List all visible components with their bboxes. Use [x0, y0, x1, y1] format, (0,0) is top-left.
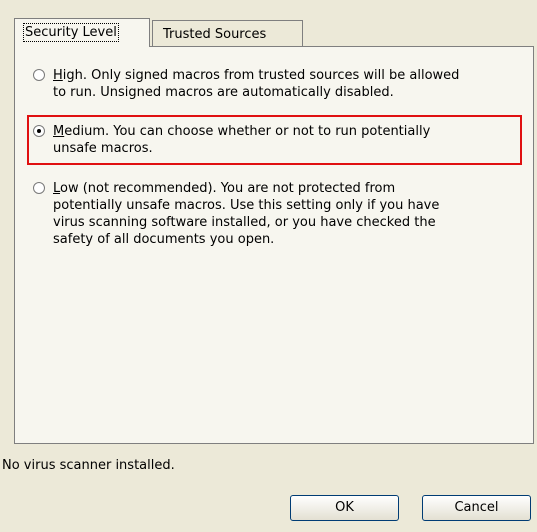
cancel-button[interactable]: Cancel	[422, 495, 531, 521]
option-low-line3: virus scanning software installed, or yo…	[53, 215, 436, 230]
radio-medium[interactable]	[33, 125, 45, 137]
option-low-accesskey: L	[53, 181, 61, 196]
radio-low[interactable]	[33, 182, 45, 194]
option-medium-line1: edium. You can choose whether or not to …	[64, 124, 431, 139]
option-medium-text: Medium. You can choose whether or not to…	[53, 123, 517, 157]
option-high-accesskey: H	[53, 68, 63, 83]
tab-trusted-sources-label: Trusted Sources	[163, 27, 267, 42]
option-low-line1: ow (not recommended). You are not protec…	[60, 181, 396, 196]
virus-scanner-status: No virus scanner installed.	[2, 458, 175, 473]
option-high-text: High. Only signed macros from trusted so…	[53, 67, 517, 101]
ok-button[interactable]: OK	[290, 495, 399, 521]
tab-trusted-sources[interactable]: Trusted Sources	[152, 20, 303, 46]
tab-strip: Security Level Trusted Sources	[14, 18, 534, 47]
option-low-line2: potentially unsafe macros. Use this sett…	[53, 198, 440, 213]
tab-security-level[interactable]: Security Level	[14, 18, 150, 47]
security-level-panel: High. Only signed macros from trusted so…	[14, 46, 534, 444]
tab-security-level-label: Security Level	[23, 23, 119, 42]
option-low-text: Low (not recommended). You are not prote…	[53, 180, 517, 248]
option-medium-line2: unsafe macros.	[53, 141, 153, 156]
radio-high[interactable]	[33, 69, 45, 81]
option-high-line1: igh. Only signed macros from trusted sou…	[62, 68, 460, 83]
option-low-line4: safety of all documents you open.	[53, 232, 275, 247]
option-high-line2: to run. Unsigned macros are automaticall…	[53, 85, 394, 100]
option-high[interactable]: High. Only signed macros from trusted so…	[31, 67, 517, 101]
option-medium[interactable]: Medium. You can choose whether or not to…	[31, 123, 517, 157]
option-low[interactable]: Low (not recommended). You are not prote…	[31, 180, 517, 248]
option-medium-accesskey: M	[53, 124, 65, 139]
